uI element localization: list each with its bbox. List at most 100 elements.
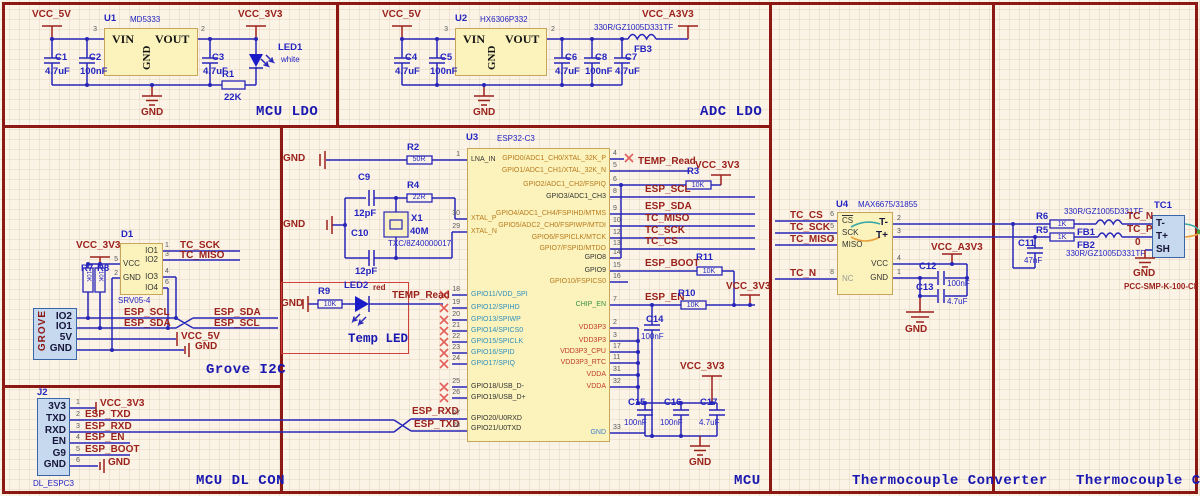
label-tc-tcn: TC_N — [790, 268, 817, 279]
label-un-8: 8 — [613, 188, 617, 195]
label-up-r3: GPIO3/ADC1_CH3 — [546, 193, 606, 200]
label-al-u2: U2 — [455, 13, 468, 24]
label-al-p2: 2 — [551, 26, 555, 33]
label-ml-c2v: 100nF — [80, 66, 108, 77]
label-dl-pen: EN — [52, 436, 66, 447]
label-dl-vcc33: VCC_3V3 — [100, 398, 145, 409]
label-un-33: 33 — [613, 424, 621, 431]
label-up-xtn: XTAL_N — [471, 228, 497, 235]
label-mc-r10: R10 — [678, 288, 696, 299]
label-mc-c9: C9 — [358, 172, 371, 183]
label-mc-c10v: 12pF — [355, 266, 378, 277]
label-dl-n6: 6 — [76, 457, 80, 464]
label-tn-ptp: T+ — [1156, 231, 1168, 242]
label-tc-u4: U4 — [836, 199, 849, 210]
label-ml-vin: VIN — [112, 32, 135, 46]
label-mc-gnd3: GND — [281, 298, 304, 309]
label-up-g15: GPIO15/SPICLK — [471, 338, 524, 345]
label-gr-pn1: 1 — [165, 242, 169, 249]
led-symbols — [249, 54, 369, 312]
label-t-mcu: MCU — [734, 473, 761, 489]
label-tc-pgnd: GND — [870, 273, 888, 282]
label-gr-pn4: 4 — [165, 268, 169, 275]
label-up-xtp: XTAL_P — [471, 215, 497, 222]
label-mc-c17: C17 — [700, 397, 718, 408]
label-mc-x1v: 40M — [410, 226, 429, 237]
label-tc-n8: 8 — [830, 269, 834, 276]
label-mc-tread: TEMP_Read — [392, 290, 450, 301]
label-up-r1: GPIO1/ADC1_CH1/XTAL_32K_N — [501, 167, 606, 174]
label-gr-io1: IO1 — [145, 246, 158, 255]
label-tn-r6: R6 — [1036, 211, 1049, 222]
label-tn-tc1: TC1 — [1154, 200, 1172, 211]
label-dl-pg9: G9 — [52, 448, 66, 459]
label-un-21: 21 — [452, 322, 460, 329]
label-mc-sda: ESP_SDA — [645, 201, 692, 212]
label-ml-vout: VOUT — [155, 32, 190, 46]
label-al-vcc5v: VCC_5V — [382, 9, 421, 20]
label-up-g17: GPIO17/SPIQ — [471, 360, 515, 367]
label-ml-led1c: white — [281, 55, 300, 64]
label-tc-pmiso: MISO — [842, 240, 863, 249]
label-gr-pn5: 5 — [114, 256, 118, 263]
label-up-v2: VDD3P3 — [578, 324, 606, 331]
label-gr-io2: IO2 — [145, 255, 158, 264]
label-ml-r1v: 22K — [224, 92, 242, 103]
label-gr-pn3: 3 — [165, 251, 169, 258]
label-mc-gnd4: GND — [689, 457, 712, 468]
label-al-c8: C8 — [595, 52, 608, 63]
label-tc-ptm: T- — [879, 217, 888, 228]
label-mc-c17v: 4.7uF — [699, 418, 720, 427]
label-mc-r4v: 22R — [412, 194, 426, 201]
label-mc-r3: R3 — [687, 166, 700, 177]
label-tn-gndn: GND — [1133, 268, 1156, 279]
label-mc-scl: ESP_SCL — [645, 184, 691, 195]
label-ml-gndr: GND — [141, 45, 153, 70]
label-dl-gndn: GND — [108, 457, 131, 468]
label-mc-r11v: 10K — [702, 268, 716, 275]
label-ml-c1: C1 — [55, 52, 68, 63]
label-mc-r9v: 10K — [323, 301, 337, 308]
label-un-26: 26 — [452, 389, 460, 396]
label-tc-c13v: 4.7uF — [947, 297, 968, 306]
label-al-gndr: GND — [486, 45, 498, 70]
label-al-vin: VIN — [463, 32, 486, 46]
label-up-g18: GPIO18/USB_D- — [471, 383, 524, 390]
label-tc-sck: TC_SCK — [790, 222, 831, 233]
label-un-1: 1 — [456, 151, 460, 158]
label-gr-io3: IO3 — [145, 272, 158, 281]
label-ml-c3: C3 — [212, 52, 225, 63]
label-ml-gnd: GND — [141, 107, 164, 118]
label-tn-r6v: 1K — [1057, 221, 1067, 228]
label-al-c6: C6 — [565, 52, 578, 63]
label-up-r9: GPIO9 — [584, 267, 606, 274]
label-mc-r4: R4 — [407, 180, 420, 191]
label-tc-u4p: MAX6675/31855 — [858, 200, 918, 209]
label-un-11: 11 — [613, 354, 621, 361]
label-up-lna: LNA_IN — [471, 156, 496, 163]
label-mc-vcca3: VCC_3V3 — [680, 361, 725, 372]
label-up-g12: GPIO12/SPIHD — [471, 304, 520, 311]
label-tc-psck: SCK — [842, 228, 859, 237]
label-tc-c12v: 100nF — [947, 279, 970, 288]
label-gr-d1: D1 — [121, 229, 134, 240]
label-al-fb3p: 330R/GZ1005D331TF — [594, 23, 674, 32]
label-up-v3: VDD3P3 — [578, 337, 606, 344]
label-mc-sck: TC_SCK — [645, 225, 686, 236]
label-mc-u3: U3 — [466, 132, 479, 143]
label-up-gnd: GND — [590, 429, 606, 436]
label-mc-c9v: 12pF — [354, 208, 377, 219]
label-un-28: 28 — [452, 422, 460, 429]
label-un-25: 25 — [452, 378, 460, 385]
label-al-u2p: HX6306P332 — [480, 15, 528, 24]
label-mc-r3v: 10K — [691, 182, 705, 189]
crystal-x1 — [383, 211, 409, 238]
label-un-7: 7 — [613, 296, 617, 303]
label-up-g21: GPIO21/U0TXD — [471, 425, 522, 432]
label-gr-r8v: 10K — [97, 271, 103, 282]
label-un-18: 18 — [452, 286, 460, 293]
label-up-r6: GPIO6/FSPICLK/MTCK — [531, 234, 606, 241]
label-un-12: 12 — [613, 229, 621, 236]
label-mc-r10v: 10K — [686, 302, 700, 309]
label-un-2: 2 — [613, 319, 617, 326]
